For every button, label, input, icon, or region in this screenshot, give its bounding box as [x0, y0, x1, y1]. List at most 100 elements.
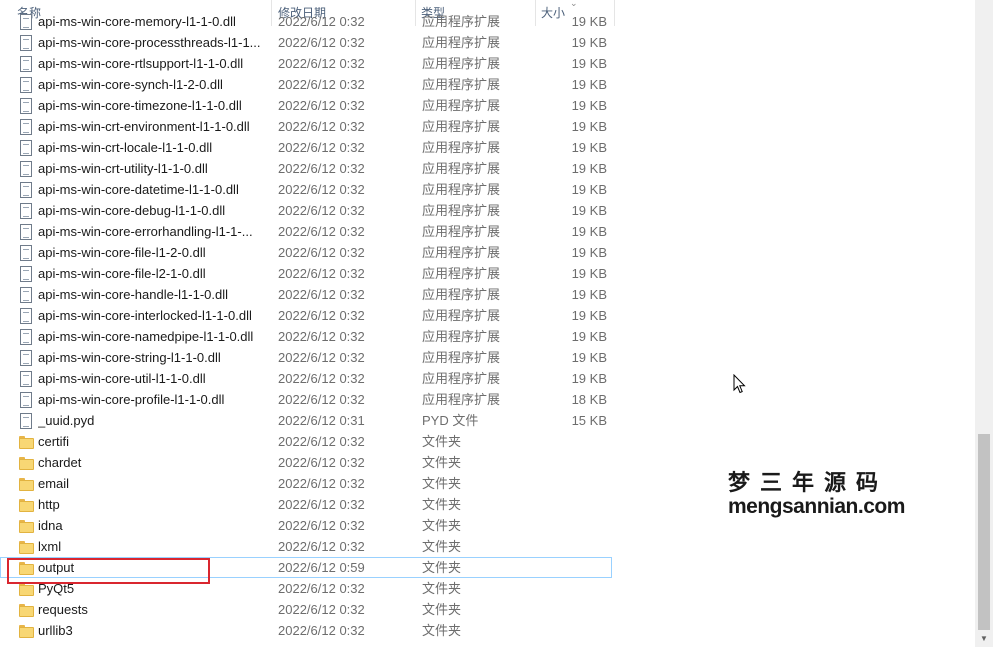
folder-row[interactable]: lxml 2022/6/12 0:32 文件夹 — [0, 536, 975, 557]
cell-type: 应用程序扩展 — [422, 35, 501, 50]
file-row[interactable]: api-ms-win-core-profile-l1-1-0.dll 2022/6… — [0, 389, 975, 410]
file-row[interactable]: api-ms-win-core-interlocked-l1-1-0.dll 20… — [0, 305, 975, 326]
cell-date: 2022/6/12 0:32 — [278, 245, 365, 260]
cell-name: lxml — [38, 539, 62, 554]
cell-type: 应用程序扩展 — [422, 98, 501, 113]
dll-file-icon — [20, 392, 32, 408]
annotation-highlight-box — [7, 558, 210, 584]
cell-name: requests — [38, 602, 88, 617]
cell-size: 19 KB — [571, 371, 607, 386]
cell-date: 2022/6/12 0:32 — [278, 329, 365, 344]
folder-icon — [19, 541, 34, 554]
file-row[interactable]: api-ms-win-core-timezone-l1-1-0.dll 2022/… — [0, 95, 975, 116]
cell-type: 应用程序扩展 — [422, 119, 501, 134]
cell-date: 2022/6/12 0:32 — [278, 455, 365, 470]
file-row[interactable]: api-ms-win-core-namedpipe-l1-1-0.dll 2022… — [0, 326, 975, 347]
cell-date: 2022/6/12 0:32 — [278, 476, 365, 491]
dll-file-icon — [20, 98, 32, 114]
cell-name: http — [38, 497, 60, 512]
dll-file-icon — [20, 308, 32, 324]
cell-date: 2022/6/12 0:32 — [278, 203, 365, 218]
cell-size: 19 KB — [571, 14, 607, 29]
cell-type: 应用程序扩展 — [422, 203, 501, 218]
file-row[interactable]: api-ms-win-core-memory-l1-1-0.dll 2022/6/… — [0, 11, 975, 32]
cell-name: api-ms-win-core-file-l2-1-0.dll — [38, 266, 206, 281]
cell-date: 2022/6/12 0:32 — [278, 119, 365, 134]
file-row[interactable]: api-ms-win-core-processthreads-l1-1... 20… — [0, 32, 975, 53]
file-row[interactable]: api-ms-win-core-file-l2-1-0.dll 2022/6/12… — [0, 263, 975, 284]
cell-type: 文件夹 — [422, 476, 462, 491]
cell-name: api-ms-win-crt-environment-l1-1-0.dll — [38, 119, 250, 134]
cell-date: 2022/6/12 0:32 — [278, 602, 365, 617]
cell-name: _uuid.pyd — [38, 413, 95, 428]
cell-type: 文件夹 — [422, 602, 462, 617]
cell-type: 文件夹 — [422, 518, 462, 533]
dll-file-icon — [20, 56, 32, 72]
dll-file-icon — [20, 161, 32, 177]
cell-size: 19 KB — [571, 140, 607, 155]
file-row[interactable]: api-ms-win-core-handle-l1-1-0.dll 2022/6/… — [0, 284, 975, 305]
folder-icon — [19, 520, 34, 533]
file-row[interactable]: api-ms-win-crt-environment-l1-1-0.dll 202… — [0, 116, 975, 137]
cell-type: 应用程序扩展 — [422, 350, 501, 365]
folder-row[interactable]: certifi 2022/6/12 0:32 文件夹 — [0, 431, 975, 452]
cell-type: 文件夹 — [422, 434, 462, 449]
dll-file-icon — [20, 140, 32, 156]
folder-icon — [19, 583, 34, 596]
cell-date: 2022/6/12 0:32 — [278, 35, 365, 50]
cell-type: 应用程序扩展 — [422, 245, 501, 260]
cell-type: 文件夹 — [422, 497, 462, 512]
file-row[interactable]: api-ms-win-crt-utility-l1-1-0.dll 2022/6/… — [0, 158, 975, 179]
file-row[interactable]: api-ms-win-core-datetime-l1-1-0.dll 2022/… — [0, 179, 975, 200]
cell-name: api-ms-win-core-util-l1-1-0.dll — [38, 371, 206, 386]
file-row[interactable]: api-ms-win-core-errorhandling-l1-1-... 20… — [0, 221, 975, 242]
scrollbar-thumb[interactable] — [978, 434, 990, 630]
cell-date: 2022/6/12 0:32 — [278, 224, 365, 239]
folder-row[interactable]: urllib3 2022/6/12 0:32 文件夹 — [0, 620, 975, 641]
dll-file-icon — [20, 287, 32, 303]
cell-type: 应用程序扩展 — [422, 266, 501, 281]
cell-date: 2022/6/12 0:59 — [278, 560, 365, 575]
cell-date: 2022/6/12 0:32 — [278, 371, 365, 386]
file-row[interactable]: api-ms-win-core-string-l1-1-0.dll 2022/6/… — [0, 347, 975, 368]
cell-date: 2022/6/12 0:32 — [278, 308, 365, 323]
scroll-down-arrow-icon[interactable]: ▼ — [975, 630, 993, 647]
file-row[interactable]: api-ms-win-core-synch-l1-2-0.dll 2022/6/1… — [0, 74, 975, 95]
cell-date: 2022/6/12 0:32 — [278, 98, 365, 113]
folder-row[interactable]: idna 2022/6/12 0:32 文件夹 — [0, 515, 975, 536]
mouse-cursor-icon — [733, 374, 746, 394]
cell-name: urllib3 — [38, 623, 73, 638]
vertical-scrollbar[interactable]: ▼ — [975, 0, 993, 647]
cell-name: api-ms-win-core-errorhandling-l1-1-... — [38, 224, 253, 239]
file-row[interactable]: _uuid.pyd 2022/6/12 0:31 PYD 文件 15 KB — [0, 410, 975, 431]
cell-size: 19 KB — [571, 35, 607, 50]
cell-size: 19 KB — [571, 245, 607, 260]
cell-name: api-ms-win-crt-locale-l1-1-0.dll — [38, 140, 213, 155]
file-row[interactable]: api-ms-win-crt-locale-l1-1-0.dll 2022/6/1… — [0, 137, 975, 158]
watermark-chinese-text: 梦三年源码 — [728, 470, 889, 496]
dll-file-icon — [20, 350, 32, 366]
cell-size: 19 KB — [571, 119, 607, 134]
cell-type: 文件夹 — [422, 455, 462, 470]
cell-name: api-ms-win-core-namedpipe-l1-1-0.dll — [38, 329, 254, 344]
file-row[interactable]: api-ms-win-core-file-l1-2-0.dll 2022/6/12… — [0, 242, 975, 263]
cell-name: api-ms-win-core-debug-l1-1-0.dll — [38, 203, 226, 218]
cell-name: api-ms-win-core-datetime-l1-1-0.dll — [38, 182, 239, 197]
cell-name: chardet — [38, 455, 82, 470]
cell-name: api-ms-win-core-interlocked-l1-1-0.dll — [38, 308, 252, 323]
cell-type: 应用程序扩展 — [422, 56, 501, 71]
file-row[interactable]: api-ms-win-core-rtlsupport-l1-1-0.dll 202… — [0, 53, 975, 74]
folder-row[interactable]: requests 2022/6/12 0:32 文件夹 — [0, 599, 975, 620]
cell-date: 2022/6/12 0:32 — [278, 77, 365, 92]
cell-size: 19 KB — [571, 203, 607, 218]
cell-name: api-ms-win-core-memory-l1-1-0.dll — [38, 14, 236, 29]
file-list: api-ms-win-core-memory-l1-1-0.dll 2022/6/… — [0, 11, 975, 641]
cell-name: api-ms-win-core-processthreads-l1-1... — [38, 35, 261, 50]
dll-file-icon — [20, 245, 32, 261]
cell-name: api-ms-win-core-rtlsupport-l1-1-0.dll — [38, 56, 244, 71]
cell-date: 2022/6/12 0:32 — [278, 623, 365, 638]
cell-type: PYD 文件 — [422, 413, 479, 428]
cell-size: 19 KB — [571, 77, 607, 92]
file-row[interactable]: api-ms-win-core-debug-l1-1-0.dll 2022/6/1… — [0, 200, 975, 221]
file-row[interactable]: api-ms-win-core-util-l1-1-0.dll 2022/6/12… — [0, 368, 975, 389]
